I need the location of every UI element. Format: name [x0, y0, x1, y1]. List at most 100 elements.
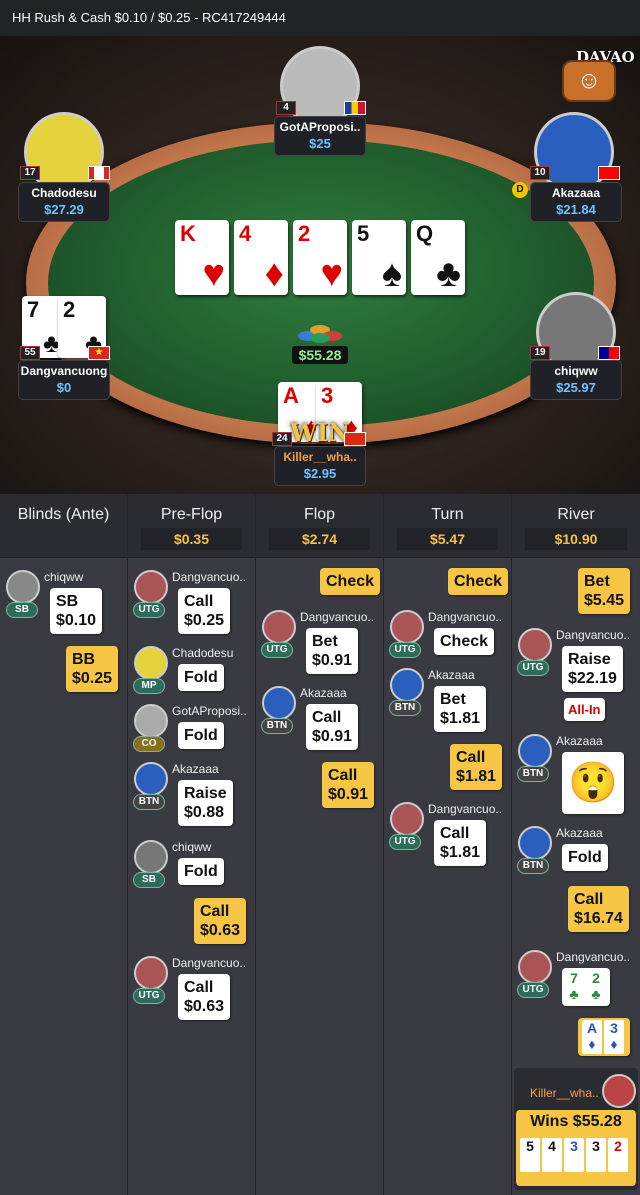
winner-panel: Killer__wha.. Wins $55.28 54332 — [514, 1068, 638, 1190]
position-badge: MP — [133, 678, 165, 694]
column-header: River $10.90 — [512, 494, 640, 558]
game-title: HH Rush & Cash $0.10 / $0.25 - RC4172494… — [12, 10, 286, 25]
avatar — [262, 686, 296, 720]
column-blinds: Blinds (Ante) SB chiqww SB $0.10 BB $0.25 — [0, 494, 128, 1195]
winner-box: Wins $55.28 54332 — [516, 1110, 636, 1186]
level-badge: 19 — [530, 346, 550, 360]
avatar — [134, 840, 168, 874]
position-badge: BTN — [517, 766, 549, 782]
position-badge: UTG — [261, 642, 293, 658]
player-name: GotAProposi.. — [172, 704, 247, 718]
flag-icon: ★ — [88, 346, 110, 360]
level-badge: 24 — [272, 432, 292, 446]
dealer-button: D — [512, 182, 528, 198]
position-badge: SB — [133, 872, 165, 888]
player-name: Akazaaa — [172, 762, 219, 776]
avatar — [134, 570, 168, 604]
player-name: Akazaaa — [556, 734, 603, 748]
player-name: Akazaaa — [300, 686, 347, 700]
flag-icon — [598, 166, 620, 180]
action-bubble: Call $0.63 — [178, 974, 231, 1020]
position-badge: BTN — [261, 718, 293, 734]
avatar — [518, 628, 552, 662]
action-bubble: Check — [320, 568, 381, 595]
position-badge: UTG — [389, 834, 421, 850]
emoji-reaction: 😲 — [562, 752, 624, 814]
action-bubble: Call $16.74 — [568, 886, 629, 932]
position-badge: UTG — [389, 642, 421, 658]
board-card: 2 ♥ — [293, 220, 347, 295]
player-name: Dangvancuo.. — [556, 628, 631, 642]
flag-icon — [344, 101, 366, 115]
board-card: 5 ♠ — [352, 220, 406, 295]
seat-nameplate[interactable]: chiqww $25.97 — [530, 360, 622, 400]
column-header: Pre-Flop $0.35 — [128, 494, 255, 558]
avatar — [390, 802, 424, 836]
player-name: Dangvancuo.. — [172, 956, 247, 970]
seat-nameplate[interactable]: GotAProposi.. $25 — [274, 116, 366, 156]
action-bubble: Raise $0.88 — [178, 780, 233, 826]
action-bubble: Raise $22.19 — [562, 646, 623, 692]
all-in-tag: All-In — [564, 698, 605, 721]
player-name: Dangvancuo.. — [428, 610, 503, 624]
avatar — [24, 112, 104, 192]
action-bubble: Bet $1.81 — [434, 686, 487, 732]
action-bubble: Check — [448, 568, 509, 595]
flag-icon — [344, 432, 366, 446]
flag-icon — [88, 166, 110, 180]
player-name: Akazaaa — [428, 668, 475, 682]
column-header: Blinds (Ante) — [0, 494, 127, 558]
seat-nameplate[interactable]: Dangvancuong $0 — [18, 360, 110, 400]
board-card: K ♥ — [175, 220, 229, 295]
position-badge: CO — [133, 736, 165, 752]
avatar — [518, 950, 552, 984]
action-bubble: Call $0.91 — [322, 762, 375, 808]
action-bubble: Call $0.91 — [306, 704, 359, 750]
level-badge: 10 — [530, 166, 550, 180]
level-badge: 4 — [276, 101, 296, 115]
player-name: chiqww — [44, 570, 84, 584]
seat-nameplate[interactable]: Akazaaa $21.84 — [530, 182, 622, 222]
column-river: River $10.90 Bet $5.45 UTG Dangvancuo.. Ra… — [512, 494, 640, 1195]
player-name: Dangvancuo.. — [556, 950, 631, 964]
action-bubble: Bet $0.91 — [306, 628, 359, 674]
player-name: Dangvancuo.. — [428, 802, 503, 816]
win-amount: Wins $55.28 — [530, 1113, 622, 1130]
action-bubble: Fold — [178, 664, 224, 691]
position-badge: UTG — [517, 982, 549, 998]
avatar — [602, 1074, 636, 1108]
action-bubble: Call $0.25 — [178, 588, 231, 634]
action-bubble: Call $1.81 — [450, 744, 503, 790]
avatar — [134, 762, 168, 796]
level-badge: 55 — [20, 346, 40, 360]
column-preflop: Pre-Flop $0.35 UTG Dangvancuo.. Call $0.25… — [128, 494, 256, 1195]
pot-amount: $55.28 — [292, 346, 348, 364]
action-bubble: Call $0.63 — [194, 898, 247, 944]
player-name: chiqww — [172, 840, 212, 854]
action-bubble: SB $0.10 — [50, 588, 103, 634]
action-bubble: Check — [434, 628, 495, 655]
seat-nameplate[interactable]: Killer__wha.. $2.95 — [274, 446, 366, 486]
winning-hand: 54332 — [520, 1138, 630, 1172]
avatar — [534, 112, 614, 192]
level-badge: 17 — [20, 166, 40, 180]
avatar — [390, 610, 424, 644]
poker-table-area: DAVAO ☺ K ♥ 4 ♦ 2 ♥ 5 ♠ Q ♣ $55.28 4 GotAProp… — [0, 36, 640, 494]
seat-nameplate[interactable]: Chadodesu $27.29 — [18, 182, 110, 222]
avatar — [134, 956, 168, 990]
action-bubble: Fold — [178, 722, 224, 749]
flag-icon — [598, 346, 620, 360]
board-card: Q ♣ — [411, 220, 465, 295]
position-badge: BTN — [389, 700, 421, 716]
shown-cards: 7 ♣2 ♣ — [562, 968, 610, 1006]
column-header: Flop $2.74 — [256, 494, 383, 558]
position-badge: UTG — [517, 660, 549, 676]
chat-bubble-icon[interactable]: ☺ — [562, 60, 616, 102]
column-flop: Flop $2.74 Check UTG Dangvancuo.. Bet $0.9… — [256, 494, 384, 1195]
player-name: Chadodesu — [172, 646, 234, 660]
position-badge: SB — [6, 602, 38, 618]
action-bubble: Fold — [178, 858, 224, 885]
action-bubble: Call $1.81 — [434, 820, 487, 866]
action-bubble: BB $0.25 — [66, 646, 119, 692]
avatar — [134, 646, 168, 680]
